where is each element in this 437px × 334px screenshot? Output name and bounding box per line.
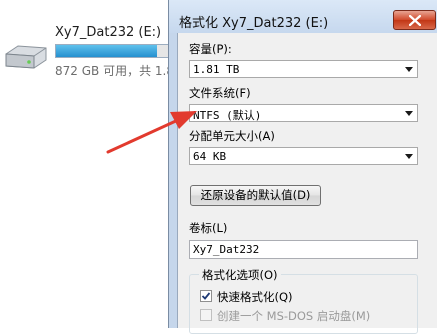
- dialog-titlebar[interactable]: 格式化 Xy7_Dat232 (E:): [169, 0, 437, 33]
- explorer-pane: Xy7_Dat232 (E:) 872 GB 可用，共 1.8: [0, 0, 175, 328]
- capacity-value: 1.81 TB: [193, 63, 240, 76]
- close-button[interactable]: [393, 10, 436, 30]
- allocation-unit-label: 分配单元大小(A): [189, 129, 275, 143]
- volume-label-title: 卷标(L): [189, 221, 228, 235]
- volume-label-value: Xy7_Dat232: [193, 243, 260, 256]
- drive-usage-bar: [55, 44, 175, 58]
- drive-title[interactable]: Xy7_Dat232 (E:): [55, 25, 161, 40]
- filesystem-value: NTFS (默认): [193, 109, 262, 122]
- chevron-down-icon: [405, 67, 413, 72]
- format-options-group: 格式化选项(O) 快速格式化(Q) 创建一个 MS-DOS 启动盘(M): [189, 267, 418, 334]
- checkmark-icon: [201, 292, 211, 300]
- dialog-client-area: 容量(P): 1.81 TB 文件系统(F) NTFS (默认) 分配单元大小(…: [177, 33, 437, 334]
- msdos-startup-checkbox[interactable]: [200, 309, 212, 321]
- capacity-label: 容量(P):: [189, 42, 232, 56]
- quick-format-checkbox[interactable]: [200, 290, 212, 302]
- quick-format-label[interactable]: 快速格式化(Q): [217, 289, 293, 305]
- capacity-select[interactable]: 1.81 TB: [189, 60, 418, 78]
- chevron-down-icon: [405, 111, 413, 116]
- hard-drive-icon[interactable]: [2, 40, 48, 74]
- dialog-title: 格式化 Xy7_Dat232 (E:): [179, 16, 329, 31]
- chevron-down-icon: [405, 154, 413, 159]
- allocation-unit-select[interactable]: 64 KB: [189, 147, 418, 165]
- drive-usage-fill: [56, 45, 158, 57]
- volume-label-input[interactable]: Xy7_Dat232: [189, 240, 418, 259]
- format-dialog: 格式化 Xy7_Dat232 (E:) 容量(P): 1.81 TB 文件系统(…: [168, 0, 437, 334]
- filesystem-select[interactable]: NTFS (默认): [189, 104, 418, 122]
- format-options-title: 格式化选项(O): [199, 267, 281, 283]
- restore-defaults-button[interactable]: 还原设备的默认值(D): [190, 185, 321, 206]
- allocation-unit-value: 64 KB: [193, 150, 227, 163]
- close-icon: [409, 15, 421, 26]
- filesystem-label: 文件系统(F): [189, 86, 251, 100]
- drive-free-space: 872 GB 可用，共 1.8: [55, 64, 174, 78]
- msdos-startup-label[interactable]: 创建一个 MS-DOS 启动盘(M): [217, 308, 370, 324]
